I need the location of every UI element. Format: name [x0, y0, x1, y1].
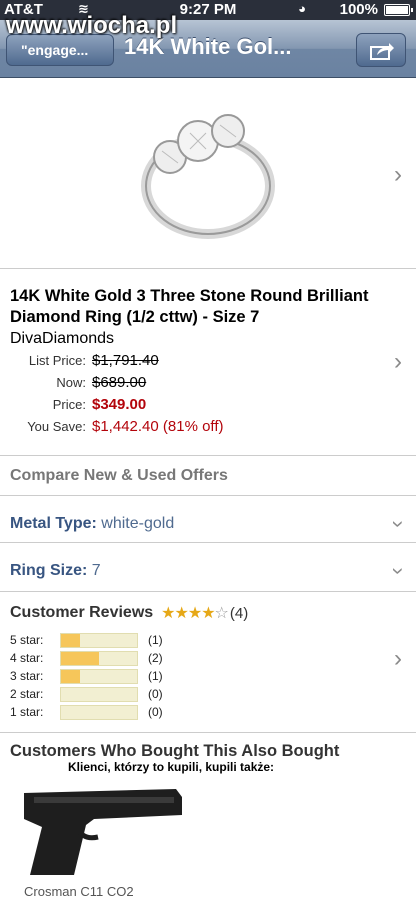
rating-label: 3 star:	[10, 669, 44, 683]
rating-bar	[60, 686, 138, 702]
chevron-right-icon: ›	[394, 645, 402, 672]
savings-value: $1,442.40 (81% off)	[92, 418, 224, 435]
rating-bar-row: 5 star: (1)	[10, 631, 406, 649]
price-label: You Save:	[27, 419, 86, 434]
metal-type-label: Metal Type:	[10, 515, 97, 532]
rating-bar	[60, 668, 138, 684]
watermark: www.wiocha.pl	[6, 12, 178, 39]
star-icon: ★	[201, 605, 215, 622]
rating-bar	[60, 632, 138, 648]
list-price-row: List Price: $1,791.40	[10, 352, 406, 372]
rating-label: 4 star:	[10, 651, 44, 665]
reviews-title: Customer Reviews	[10, 604, 154, 621]
ring-size-row[interactable]: Ring Size: 7 ›	[0, 544, 416, 592]
rating-bar-fill	[61, 669, 80, 683]
also-bought-title: Customers Who Bought This Also Bought	[10, 742, 340, 760]
product-details[interactable]: 14K White Gold 3 Three Stone Round Brill…	[0, 270, 416, 456]
metal-type-row[interactable]: Metal Type: white-gold ›	[0, 497, 416, 543]
compare-offers-row[interactable]: Compare New & Used Offers	[0, 456, 416, 496]
savings-row: You Save: $1,442.40 (81% off)	[10, 418, 406, 438]
pistol-image[interactable]	[14, 775, 189, 880]
star-icon: ★	[174, 605, 189, 622]
rating-histogram: 5 star: (1) 4 star: (2) 3 star: (1) 2 st…	[10, 631, 406, 721]
rating-bar-fill	[61, 633, 80, 647]
customer-reviews[interactable]: Customer Reviews ★★★★☆ (4) 5 star: (1) 4…	[0, 593, 416, 733]
rating-label: 2 star:	[10, 687, 44, 701]
ring-size-label: Ring Size:	[10, 562, 88, 579]
star-icon: ★	[161, 605, 175, 622]
price-label: Price:	[52, 397, 86, 412]
ring-image	[141, 114, 275, 239]
rating-bar-row: 2 star: (0)	[10, 685, 406, 703]
star-empty-icon: ☆	[214, 605, 229, 622]
rating-count: (2)	[148, 651, 163, 665]
price-label: Now:	[56, 375, 86, 390]
sale-price: $349.00	[92, 396, 147, 413]
rating-bar-row: 3 star: (1)	[10, 667, 406, 685]
rating-label: 1 star:	[10, 705, 44, 719]
product-image-row[interactable]: ›	[0, 79, 416, 269]
star-icon: ★	[187, 605, 202, 622]
battery-percent: 100%	[339, 1, 378, 18]
product-title: 14K White Gold 3 Three Stone Round Brill…	[10, 287, 369, 326]
share-icon	[370, 43, 394, 60]
related-product-name[interactable]: Crosman C11 CO2	[24, 884, 134, 899]
star-rating: ★★★★☆	[161, 603, 229, 623]
rating-bar	[60, 650, 138, 666]
rating-bar	[60, 704, 138, 720]
metal-type-value: white-gold	[101, 515, 175, 532]
ring-size-value: 7	[91, 562, 101, 579]
lock-icon: ◕	[298, 1, 306, 16]
rating-bar-row: 4 star: (2)	[10, 649, 406, 667]
chevron-right-icon: ›	[394, 161, 402, 188]
now-price: $689.00	[92, 374, 147, 391]
list-price: $1,791.40	[92, 352, 159, 369]
battery-icon	[384, 4, 413, 16]
chevron-down-icon: ›	[386, 567, 412, 575]
reviews-header: Customer Reviews ★★★★☆ (4)	[10, 603, 406, 623]
price-row: Price: $349.00	[10, 396, 406, 416]
chevron-down-icon: ›	[386, 520, 412, 528]
share-button[interactable]	[356, 33, 406, 67]
rating-bar-fill	[61, 651, 99, 665]
rating-label: 5 star:	[10, 633, 44, 647]
rating-count: (0)	[148, 687, 163, 701]
rating-count: (1)	[148, 669, 163, 683]
rating-bar-row: 1 star: (0)	[10, 703, 406, 721]
rating-count: (1)	[148, 633, 163, 647]
price-label: List Price:	[28, 353, 86, 368]
now-price-row: Now: $689.00	[10, 374, 406, 394]
rating-count: (0)	[148, 705, 163, 719]
overlay-caption: Klienci, którzy to kupili, kupili także:	[68, 760, 275, 774]
review-count: (4)	[229, 604, 249, 622]
product-brand: DivaDiamonds	[10, 330, 115, 347]
chevron-right-icon: ›	[394, 348, 402, 375]
